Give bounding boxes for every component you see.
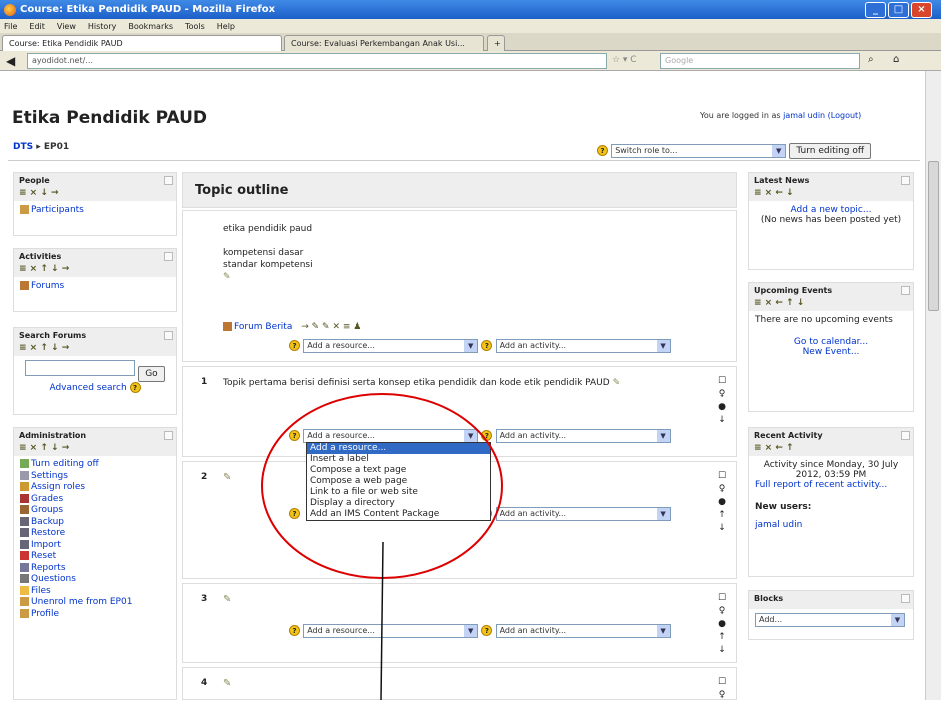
- annotation-overlay: [261, 393, 503, 700]
- highlight-ellipse: [261, 393, 503, 579]
- pointer-line: [380, 541, 384, 700]
